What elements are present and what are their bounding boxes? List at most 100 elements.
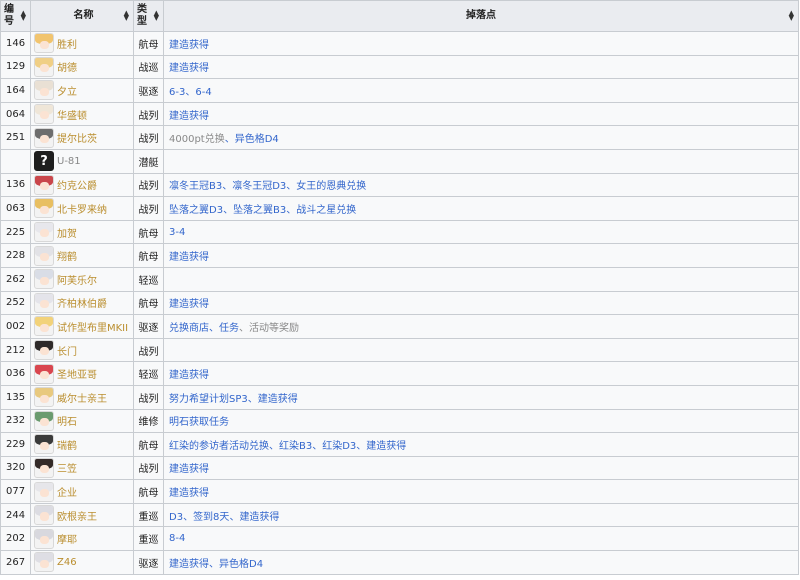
drop-link[interactable]: 红染的参访者活动兑换 [169,441,269,452]
drop-link[interactable]: 任务 [219,323,239,334]
ship-avatar-icon[interactable] [34,127,54,148]
drop-link[interactable]: 8-4 [169,533,185,544]
drop-link[interactable]: 女王的恩典兑换 [296,181,366,192]
ship-name-link[interactable]: 胡德 [57,59,77,74]
ship-name-link[interactable]: 试作型布里MKII [57,319,128,334]
ship-avatar-icon[interactable] [34,222,54,243]
drop-link[interactable]: 建造获得 [169,63,209,74]
row-name-cell: 明石 [30,408,134,434]
drop-link[interactable]: D3 [169,512,183,523]
row-drop-cell [163,266,799,292]
ship-avatar-icon[interactable] [34,80,54,101]
sort-icon[interactable]: ▲ ▼ [154,10,159,22]
drop-link[interactable]: 兑换商店 [169,323,209,334]
ship-avatar-icon[interactable] [34,457,54,478]
drop-link[interactable]: 建造获得 [169,464,209,475]
ship-avatar-icon[interactable] [34,33,54,54]
ship-avatar-icon[interactable] [34,481,54,502]
ship-avatar-icon[interactable] [34,340,54,361]
ship-name-link[interactable]: 明石 [57,413,77,428]
ship-avatar-icon[interactable] [34,245,54,266]
ship-avatar-icon[interactable] [34,198,54,219]
drop-link[interactable]: 凛冬王冠B3 [169,181,222,192]
drop-separator: 、 [209,558,219,570]
sort-icon[interactable]: ▲ ▼ [124,10,129,22]
drop-link[interactable]: 努力希望计划SP3 [169,394,248,405]
ship-name-link[interactable]: U-81 [57,156,81,167]
ship-name-link[interactable]: 威尔士亲王 [57,390,107,405]
ship-avatar-icon[interactable] [34,104,54,125]
drop-link[interactable]: 红染D3 [322,441,356,452]
ship-name-link[interactable]: 长门 [57,343,77,358]
ship-name-link[interactable]: 加贺 [57,225,77,240]
ship-name-link[interactable]: 胜利 [57,36,77,51]
drop-link[interactable]: 签到8天 [193,512,229,523]
drop-link[interactable]: 红染B3 [279,441,312,452]
drop-link[interactable]: 异色格D4 [235,134,279,145]
drop-link[interactable]: 建造获得 [258,394,298,405]
row-type: 重巡 [133,526,164,552]
ship-avatar-icon[interactable] [34,174,54,195]
drop-link[interactable]: 3-4 [169,227,185,238]
ship-avatar-icon[interactable] [34,269,54,290]
drop-link[interactable]: 建造获得 [169,370,209,381]
ship-name-link[interactable]: 华盛顿 [57,107,87,122]
drop-link[interactable]: 战斗之星兑换 [296,205,356,216]
ship-name-link[interactable]: 提尔比茨 [57,130,97,145]
drop-link[interactable]: 建造获得 [169,111,209,122]
col-header-name[interactable]: 名称 ▲ ▼ [30,0,134,32]
avatar-face [39,300,49,309]
ship-name-link[interactable]: 夕立 [57,83,77,98]
drop-link[interactable]: 建造获得 [239,512,279,523]
col-header-type[interactable]: 类型 ▲ ▼ [133,0,164,32]
ship-avatar-icon[interactable] [34,292,54,313]
drop-separator: 、 [312,440,323,452]
drop-link[interactable]: 建造获得 [169,488,209,499]
ship-name-link[interactable]: 北卡罗来纳 [57,201,107,216]
drop-separator: 、 [239,322,249,334]
avatar-face [39,441,49,450]
ship-avatar-icon[interactable] [34,56,54,77]
sort-icon[interactable]: ▲ ▼ [21,10,26,22]
drop-link[interactable]: 建造获得 [169,40,209,51]
avatar-face [39,252,49,262]
ship-avatar-icon[interactable] [34,505,54,526]
ship-avatar-icon[interactable] [34,387,54,408]
ship-avatar-icon[interactable] [34,363,54,384]
unknown-ship-icon[interactable]: ? [34,151,54,172]
drop-link[interactable]: 6-3 [169,87,185,98]
ship-name-link[interactable]: 企业 [57,484,77,499]
drop-link[interactable]: 明石获取任务 [169,417,229,428]
drop-link[interactable]: 建造获得 [366,441,406,452]
drop-link[interactable]: 6-4 [195,87,211,98]
ship-avatar-icon[interactable] [34,316,54,337]
col-header-drop[interactable]: 掉落点 ▲ ▼ [163,0,799,32]
avatar-face [39,111,49,120]
ship-name-link[interactable]: 圣地亚哥 [57,366,97,381]
drop-link[interactable]: 坠落之翼B3 [233,205,286,216]
ship-name-link[interactable]: 翔鹤 [57,248,77,263]
col-header-id[interactable]: 编号 ▲ ▼ [0,0,31,32]
drop-link[interactable]: 建造获得 [169,299,209,310]
ship-name-link[interactable]: 三笠 [57,460,77,475]
ship-name-link[interactable]: Z46 [57,557,77,568]
ship-name-link[interactable]: 欧根亲王 [57,508,97,523]
drop-link[interactable]: 建造获得 [169,559,209,570]
ship-avatar-icon[interactable] [34,552,54,573]
drop-link[interactable]: 凛冬王冠D3 [232,181,286,192]
table-row: 229 瑞鹤 航母 红染的参访者活动兑换、红染B3、红染D3、建造获得 [0,432,799,457]
drop-link[interactable]: 异色格D4 [219,559,263,570]
ship-avatar-icon[interactable] [34,410,54,431]
ship-name-link[interactable]: 阿芙乐尔 [57,272,97,287]
ship-name-link[interactable]: 齐柏林伯爵 [57,295,107,310]
table-row: 063 北卡罗来纳 战列 坠落之翼D3、坠落之翼B3、战斗之星兑换 [0,196,799,221]
ship-avatar-icon[interactable] [34,528,54,549]
ship-name-link[interactable]: 瑞鹤 [57,437,77,452]
ship-name-link[interactable]: 约克公爵 [57,177,97,192]
ship-avatar-icon[interactable] [34,434,54,455]
name-wrap: 提尔比茨 [34,127,133,149]
drop-link[interactable]: 坠落之翼D3 [169,205,223,216]
drop-link[interactable]: 建造获得 [169,252,209,263]
ship-name-link[interactable]: 摩耶 [57,531,77,546]
sort-icon[interactable]: ▲ ▼ [789,10,794,22]
